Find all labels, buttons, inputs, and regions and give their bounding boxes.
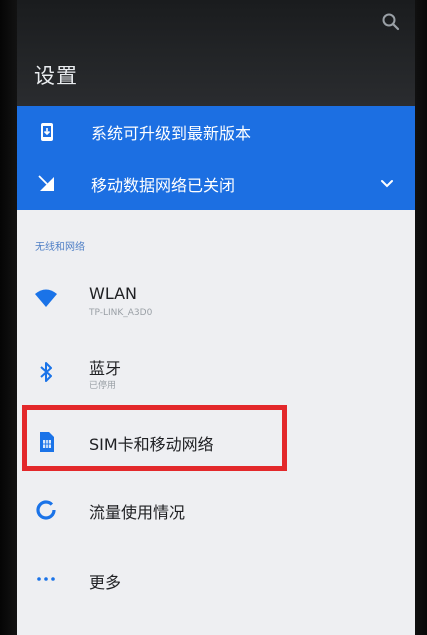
sim-card-icon [40,432,54,452]
item-subtitle: TP-LINK_A3D0 [89,308,153,318]
list-item-data-usage[interactable]: 流量使用情况 [17,476,415,542]
suggestion-label: 移动数据网络已关闭 [91,176,236,195]
page-title: 设置 [34,64,78,88]
item-title: SIM卡和移动网络 [89,435,214,454]
more-icon [37,577,55,581]
list-item-more[interactable]: 更多 [17,546,415,612]
section-header: 无线和网络 [35,242,85,253]
list-item-bluetooth[interactable]: 蓝牙 已停用 [17,334,415,400]
data-usage-icon [36,500,56,520]
mobile-data-off-icon [38,175,54,191]
bluetooth-icon [40,362,52,382]
suggestion-banner: 系统可升级到最新版本 移动数据网络已关闭 [17,106,415,210]
system-update-icon [41,123,53,141]
suggestion-mobile-data[interactable]: 移动数据网络已关闭 [17,158,415,210]
suggestion-label: 系统可升级到最新版本 [91,124,252,143]
search-icon[interactable] [381,12,401,32]
item-title: 蓝牙 [89,359,122,378]
list-item-sim[interactable]: SIM卡和移动网络 [17,403,415,469]
phone-frame: 设置 系统可升级到最新版本 移动数据网络已关闭 无线和网络 WLAN TP-LI… [0,0,427,635]
suggestion-system-update[interactable]: 系统可升级到最新版本 [17,106,415,158]
wifi-icon [35,289,57,307]
item-title: 更多 [89,573,122,592]
settings-list: 无线和网络 WLAN TP-LINK_A3D0 蓝牙 已停用 SIM卡和移动网络… [17,210,415,635]
item-title: 流量使用情况 [89,503,186,522]
item-subtitle: 已停用 [89,381,117,391]
settings-screen: 设置 系统可升级到最新版本 移动数据网络已关闭 无线和网络 WLAN TP-LI… [17,0,415,635]
item-title: WLAN [89,284,138,303]
chevron-down-icon[interactable] [377,174,397,194]
app-bar: 设置 [17,0,415,106]
list-item-wlan[interactable]: WLAN TP-LINK_A3D0 [17,264,415,330]
